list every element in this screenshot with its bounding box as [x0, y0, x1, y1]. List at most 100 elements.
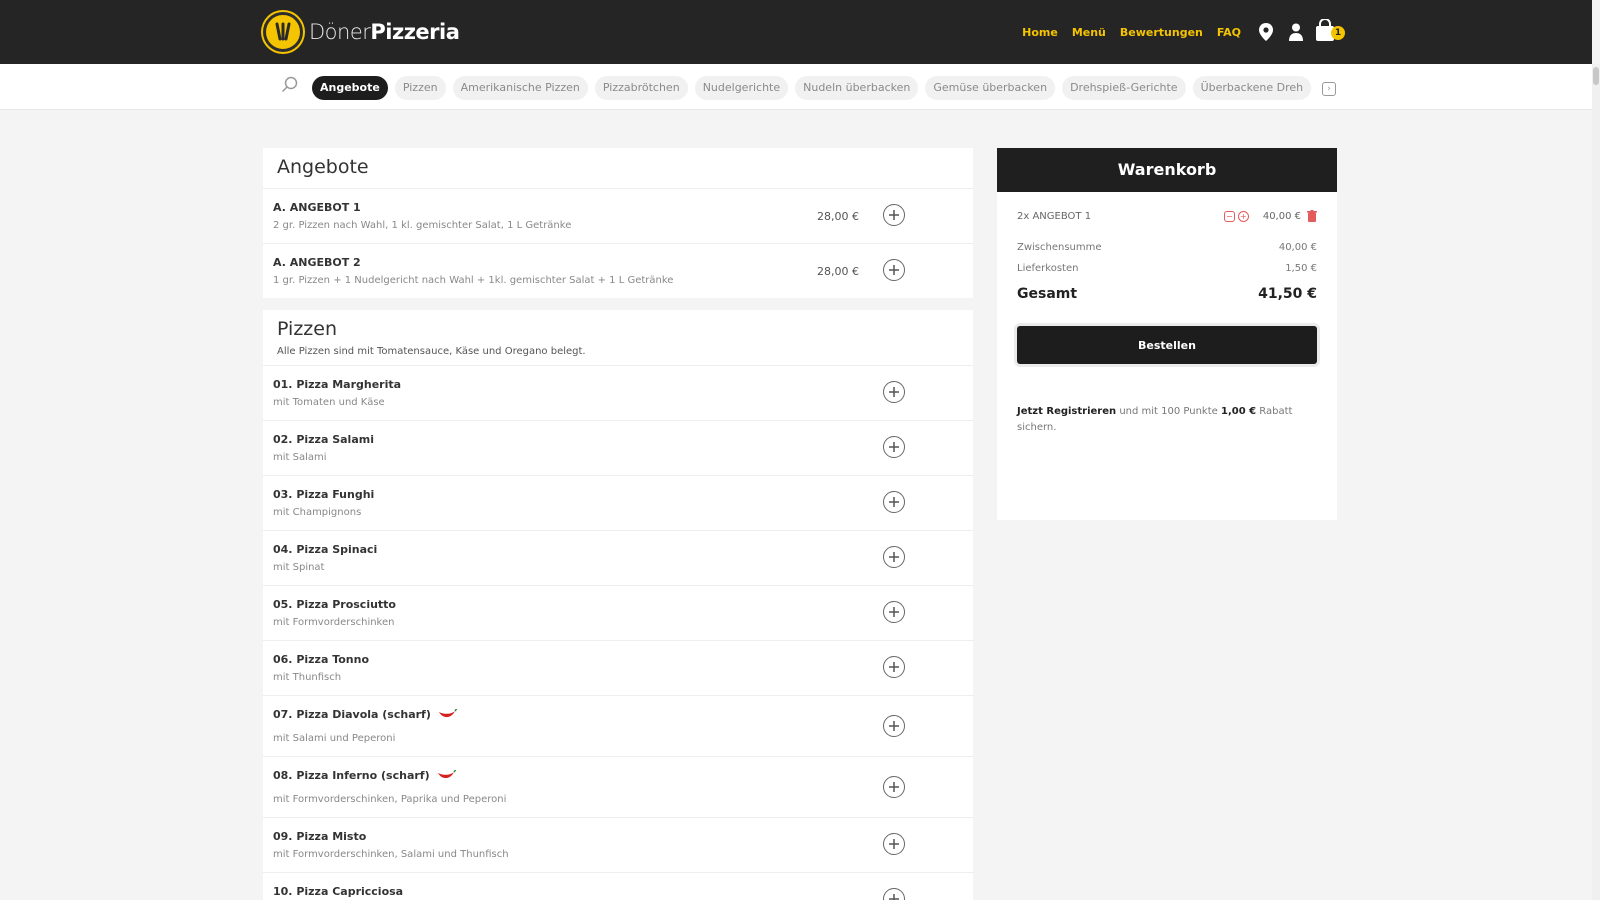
add-item-button[interactable] — [883, 601, 905, 623]
nav-menu[interactable]: Menü — [1072, 26, 1106, 39]
item-description: mit Spinat — [273, 562, 325, 573]
item-price: 28,00 € — [817, 210, 859, 223]
promo-text-mid: und mit 100 Punkte — [1116, 406, 1221, 417]
quantity-controls: − + — [1223, 210, 1249, 222]
plus-icon[interactable]: + — [1237, 210, 1249, 222]
plus-icon — [889, 894, 899, 900]
logo-text: DönerPizzeria — [309, 20, 460, 44]
tab-amerikanische-pizzen[interactable]: Amerikanische Pizzen — [452, 76, 588, 100]
tab-pizzen[interactable]: Pizzen — [394, 76, 446, 100]
search-icon[interactable] — [281, 76, 299, 94]
logo-text-thin: Döner — [309, 20, 371, 44]
menu-item[interactable]: A. ANGEBOT 2 1 gr. Pizzen + 1 Nudelgeric… — [263, 243, 973, 298]
item-description: mit Champignons — [273, 507, 362, 518]
item-name: 03. Pizza Funghi — [273, 488, 375, 501]
minus-icon[interactable]: − — [1223, 210, 1235, 222]
logo[interactable]: DönerPizzeria — [263, 12, 460, 52]
menu-item[interactable]: 04. Pizza Spinaci mit Spinat — [263, 530, 973, 585]
add-item-button[interactable] — [883, 436, 905, 458]
tab-angebote[interactable]: Angebote — [312, 76, 388, 100]
more-categories-icon[interactable]: › — [1322, 82, 1336, 96]
menu-item[interactable]: A. ANGEBOT 1 2 gr. Pizzen nach Wahl, 1 k… — [263, 188, 973, 243]
cart-line-name: 2x ANGEBOT 1 — [1017, 210, 1092, 222]
item-name-text: 07. Pizza Diavola (scharf) — [273, 708, 431, 721]
menu-item[interactable]: 06. Pizza Tonno mit Thunfisch — [263, 640, 973, 695]
menu-item[interactable]: 02. Pizza Salami mit Salami — [263, 420, 973, 475]
section-description: Alle Pizzen sind mit Tomatensauce, Käse … — [277, 346, 586, 357]
menu-item[interactable]: 05. Pizza Prosciutto mit Formvorderschin… — [263, 585, 973, 640]
item-description: mit Salami — [273, 452, 327, 463]
scrollbar-thumb[interactable] — [1593, 67, 1599, 85]
item-name: A. ANGEBOT 2 — [273, 256, 361, 269]
plus-icon — [889, 265, 899, 275]
tab-drehspiess-gerichte[interactable]: Drehspieß-Gerichte — [1062, 76, 1186, 100]
add-item-button[interactable] — [883, 776, 905, 798]
tab-pizzabroetchen[interactable]: Pizzabrötchen — [594, 76, 688, 100]
menu-item[interactable]: 01. Pizza Margherita mit Tomaten und Käs… — [263, 365, 973, 420]
subtotal-row: Zwischensumme 40,00 € — [1017, 242, 1317, 253]
plus-icon — [889, 387, 899, 397]
nav-home[interactable]: Home — [1022, 26, 1058, 39]
add-item-button[interactable] — [883, 546, 905, 568]
item-description: mit Formvorderschinken, Salami und Thunf… — [273, 849, 509, 860]
page-scrollbar[interactable] — [1592, 64, 1600, 900]
item-price: 28,00 € — [817, 265, 859, 278]
main-nav: Home Menü Bewertungen FAQ 1 — [1022, 0, 1592, 64]
item-name: 06. Pizza Tonno — [273, 653, 370, 666]
add-item-button[interactable] — [883, 381, 905, 403]
cart-body: 2x ANGEBOT 1 − + 40,00 € Zwischensumme 4… — [997, 192, 1337, 520]
add-item-button[interactable] — [883, 491, 905, 513]
plus-icon — [889, 782, 899, 792]
category-bar: Angebote Pizzen Amerikanische Pizzen Piz… — [0, 64, 1592, 110]
menu-item[interactable]: 03. Pizza Funghi mit Champignons — [263, 475, 973, 530]
tab-ueberbackene-dreh[interactable]: Überbackene Dreh — [1192, 76, 1312, 100]
menu-item[interactable]: 08. Pizza Inferno (scharf) mit Formvorde… — [263, 756, 973, 817]
plus-icon — [889, 210, 899, 220]
cart-count-badge: 1 — [1331, 26, 1345, 40]
add-item-button[interactable] — [883, 259, 905, 281]
plus-icon — [889, 607, 899, 617]
item-name-text: 08. Pizza Inferno (scharf) — [273, 769, 430, 782]
item-name: 09. Pizza Misto — [273, 830, 367, 843]
item-description: mit Tomaten und Käse — [273, 397, 385, 408]
category-tabs: Angebote Pizzen Amerikanische Pizzen Piz… — [312, 76, 1318, 100]
location-pin-icon[interactable] — [1255, 21, 1277, 43]
add-item-button[interactable] — [883, 833, 905, 855]
item-name: 05. Pizza Prosciutto — [273, 598, 396, 611]
register-link[interactable]: Jetzt Registrieren — [1017, 406, 1116, 417]
menu-item[interactable]: 10. Pizza Capricciosa — [263, 872, 973, 900]
subtotal-label: Zwischensumme — [1017, 242, 1102, 253]
menu-column: Angebote A. ANGEBOT 1 2 gr. Pizzen nach … — [263, 148, 973, 900]
plus-icon — [889, 442, 899, 452]
total-value: 41,50 € — [1258, 286, 1317, 302]
nav-reviews[interactable]: Bewertungen — [1120, 26, 1203, 39]
add-item-button[interactable] — [883, 204, 905, 226]
cart-button[interactable]: 1 — [1315, 18, 1345, 45]
add-item-button[interactable] — [883, 656, 905, 678]
chili-pepper-icon — [437, 770, 456, 779]
plus-icon — [889, 662, 899, 672]
item-name: 02. Pizza Salami — [273, 433, 374, 446]
item-name: 01. Pizza Margherita — [273, 378, 402, 391]
delivery-label: Lieferkosten — [1017, 263, 1079, 274]
menu-item[interactable]: 09. Pizza Misto mit Formvorderschinken, … — [263, 817, 973, 872]
section-title: Angebote — [277, 156, 369, 178]
item-description: 1 gr. Pizzen + 1 Nudelgericht nach Wahl … — [273, 275, 674, 286]
menu-item[interactable]: 07. Pizza Diavola (scharf) mit Salami un… — [263, 695, 973, 756]
cart-line-price: 40,00 € — [1262, 210, 1301, 222]
add-item-button[interactable] — [883, 715, 905, 737]
total-row: Gesamt 41,50 € — [1017, 286, 1317, 302]
tab-nudelgerichte[interactable]: Nudelgerichte — [694, 76, 789, 100]
total-label: Gesamt — [1017, 286, 1078, 302]
delivery-row: Lieferkosten 1,50 € — [1017, 263, 1317, 274]
user-icon[interactable] — [1285, 21, 1307, 43]
tab-gemuese-ueberbacken[interactable]: Gemüse überbacken — [925, 76, 1056, 100]
promo-amount: 1,00 € — [1220, 406, 1257, 417]
trash-icon[interactable] — [1307, 210, 1317, 222]
add-item-button[interactable] — [883, 888, 905, 900]
nav-faq[interactable]: FAQ — [1217, 26, 1241, 39]
plus-icon — [889, 839, 899, 849]
tab-nudeln-ueberbacken[interactable]: Nudeln überbacken — [795, 76, 919, 100]
order-button[interactable]: Bestellen — [1017, 326, 1317, 364]
plus-icon — [889, 721, 899, 731]
